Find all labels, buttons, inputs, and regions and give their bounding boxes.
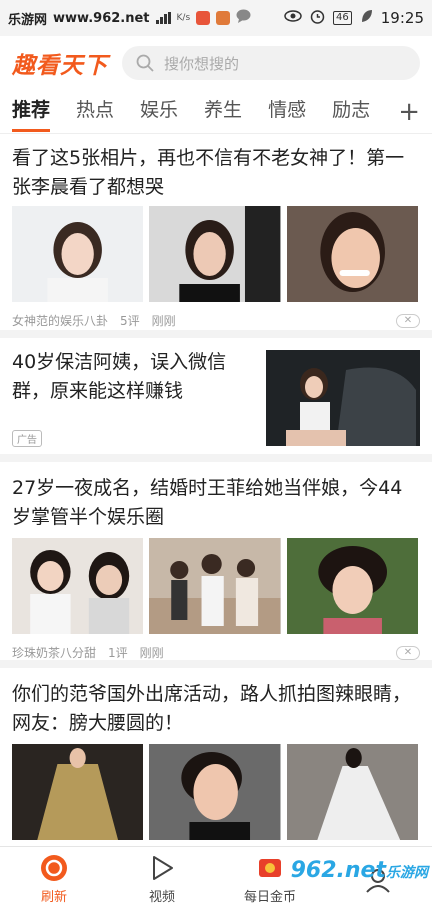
article-comments: 5评 [120,314,140,328]
alarm-icon [310,9,325,28]
signal-icon [155,12,171,24]
tab-recommend[interactable]: 推荐 [12,90,51,134]
status-time: 19:25 [380,9,424,27]
search-placeholder: 搜你想搜的 [164,54,240,73]
nav-refresh[interactable]: 刷新 [0,847,108,912]
tab-inspiration[interactable]: 励志 [332,90,370,134]
article-title[interactable]: 你们的范爷国外出席活动，路人抓拍图辣眼睛，网友：膀大腰圆的！ [12,680,420,738]
article-meta: 女神范的娱乐八卦 5评 刚刚 ✕ [12,312,420,329]
tab-entertainment[interactable]: 娱乐 [140,90,178,134]
category-tabs: 推荐 热点 娱乐 养生 情感 励志 + [0,90,432,134]
ad-badge: 广告 [12,430,42,447]
nav-daily-coins-label: 每日金币 [243,890,296,905]
app-header: 趣看天下 搜你想搜的 [0,36,432,90]
app-notification-icon [216,11,231,25]
message-icon [236,9,251,27]
article-thumbnails [12,744,418,840]
article-image [149,744,281,840]
nav-video-label: 视频 [148,890,175,905]
tab-health[interactable]: 养生 [204,90,242,134]
watermark-sub: 乐游网 [386,865,428,881]
speed-unit: K/s [176,13,191,23]
nav-refresh-label: 刷新 [40,890,67,905]
article-title[interactable]: 40岁保洁阿姨，误入微信群，原来能这样赚钱 [12,348,252,406]
article-time: 刚刚 [139,646,164,660]
article-thumbnails [12,538,418,634]
news-feed: 看了这5张相片，再也不信有不老女神了！第一张李晨看了都想哭 女神范的娱乐八卦 5… [0,134,432,846]
article-source: 珍珠奶茶八分甜 [12,646,97,660]
article-image [286,538,418,634]
search-input[interactable]: 搜你想搜的 [122,46,420,80]
play-icon [153,856,173,880]
article-time: 刚刚 [151,314,176,328]
dismiss-icon[interactable]: ✕ [396,645,420,660]
article-image [12,206,144,302]
watermark-logo: 962.net乐游网 [291,858,428,883]
article-comments: 1评 [108,646,128,660]
article-thumbnails [12,206,418,302]
article-title[interactable]: 27岁一夜成名，结婚时王菲给她当伴娘，今44岁掌管半个娱乐圈 [12,474,420,532]
battery-icon: 46 [333,11,352,25]
article-image [149,206,281,302]
nav-video[interactable]: 视频 [108,847,216,912]
article-image [286,206,418,302]
watermark-text: 962.net [290,858,386,883]
article-meta: 广告 [12,430,420,447]
article-card[interactable]: 看了这5张相片，再也不信有不老女神了！第一张李晨看了都想哭 女神范的娱乐八卦 5… [0,134,432,338]
article-card[interactable]: 27岁一夜成名，结婚时王菲给她当伴娘，今44岁掌管半个娱乐圈 珍珠奶茶八分甜 1… [0,462,432,668]
dismiss-icon[interactable]: ✕ [396,313,420,328]
status-bar: 乐游网 www.962.net K/s 46 19:25 [0,0,432,36]
article-image [149,538,281,634]
article-image [286,744,418,840]
search-icon [136,54,154,72]
article-card[interactable]: 你们的范爷国外出席活动，路人抓拍图辣眼睛，网友：膀大腰圆的！ [0,668,432,846]
status-site-url: www.962.net [53,10,150,26]
add-tab-button[interactable]: + [398,92,420,132]
article-title[interactable]: 看了这5张相片，再也不信有不老女神了！第一张李晨看了都想哭 [12,144,420,202]
tab-emotion[interactable]: 情感 [268,90,306,134]
coin-icon [259,859,281,877]
status-site: 乐游网 [8,12,48,28]
leaf-icon [360,9,373,27]
refresh-icon [41,855,67,881]
article-image [12,744,144,840]
app-notification-icon [196,11,211,25]
article-source: 女神范的娱乐八卦 [12,314,109,328]
article-card[interactable]: 40岁保洁阿姨，误入微信群，原来能这样赚钱 广告 [0,338,432,462]
article-image [12,538,144,634]
article-meta: 珍珠奶茶八分甜 1评 刚刚 ✕ [12,644,420,661]
app-logo: 趣看天下 [12,53,108,79]
tab-hot[interactable]: 热点 [76,90,114,134]
eye-icon [284,10,302,26]
